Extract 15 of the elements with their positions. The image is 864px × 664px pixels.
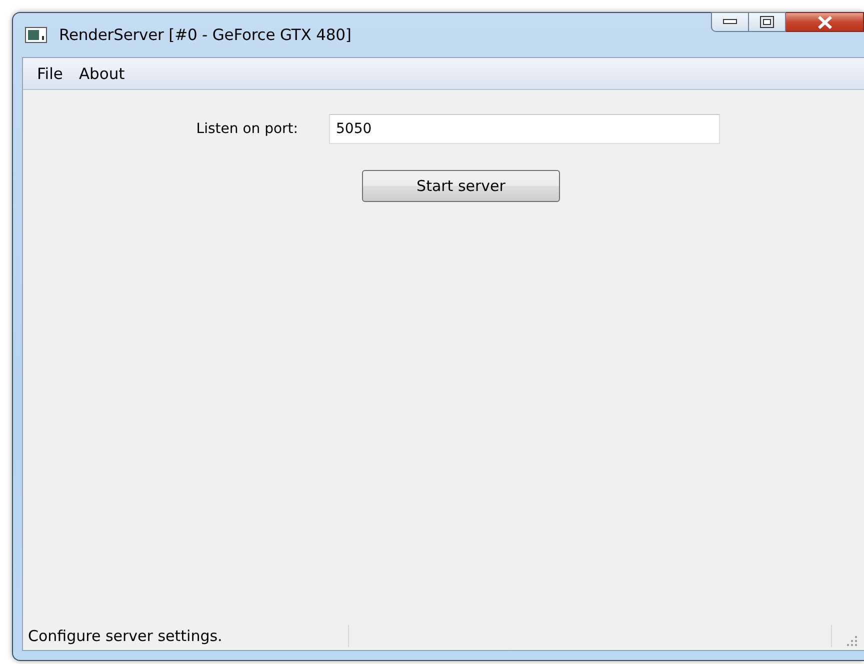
app-icon [25, 27, 47, 43]
window-title: RenderServer [#0 - GeForce GTX 480] [59, 26, 352, 44]
port-field[interactable]: 5050 [329, 114, 720, 144]
menu-item[interactable]: File [29, 62, 71, 86]
start-server-button[interactable]: Start server [362, 170, 560, 202]
close-icon [816, 16, 832, 28]
status-message: Configure server settings. [23, 625, 349, 647]
minimize-icon [723, 19, 737, 25]
maximize-icon [760, 16, 774, 28]
menu-item[interactable]: About [70, 62, 133, 86]
resize-grip-icon[interactable] [844, 633, 858, 647]
minimize-button[interactable] [711, 12, 749, 32]
port-label: Listen on port: [195, 121, 298, 137]
maximize-button[interactable] [749, 12, 786, 32]
close-button[interactable] [786, 12, 864, 32]
